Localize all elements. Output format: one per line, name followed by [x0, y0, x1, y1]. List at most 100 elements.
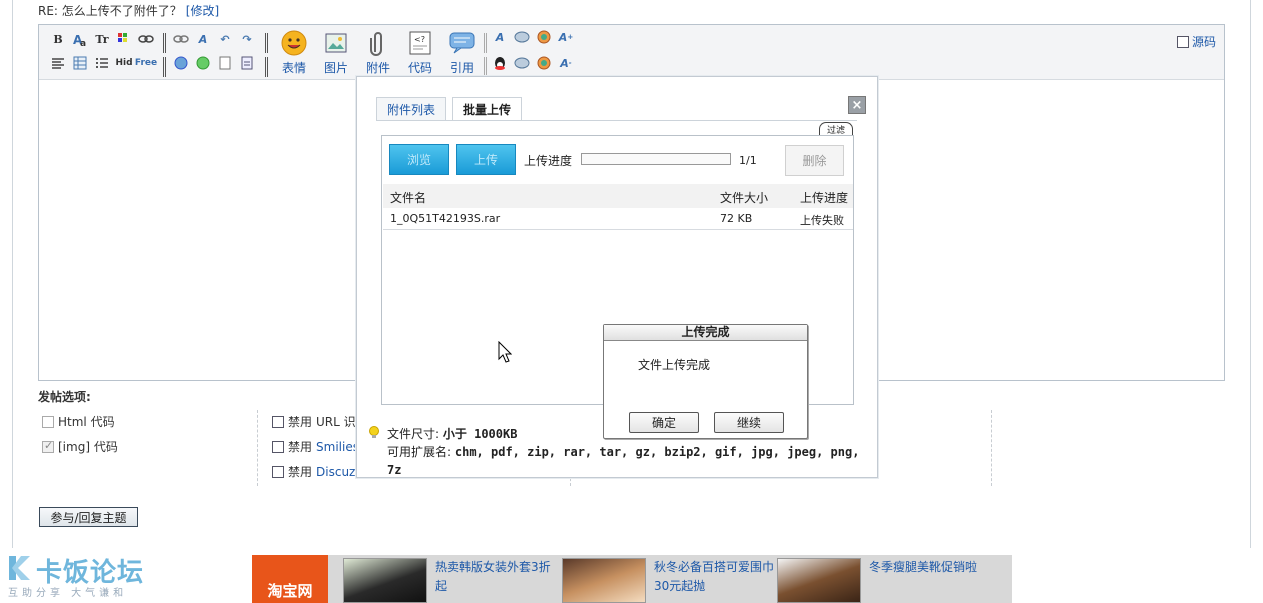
- ad-text[interactable]: 秋冬必备百搭可爱围巾30元起抛: [654, 558, 774, 603]
- qq-icon[interactable]: [491, 54, 509, 72]
- option-disable-discuz[interactable]: 禁用 Discuz: [272, 463, 355, 480]
- disable-url-prefix: 禁用: [288, 415, 313, 429]
- tab-batch-upload[interactable]: 批量上传: [452, 97, 523, 120]
- table-icon[interactable]: [71, 54, 89, 72]
- upload-status: 上传失败: [800, 214, 844, 227]
- smilies-link[interactable]: Smilies: [316, 440, 359, 454]
- progress-label: 上传进度: [524, 154, 573, 168]
- lightbulb-icon: [369, 426, 379, 438]
- options-divider: [257, 410, 258, 486]
- delete-button[interactable]: 删除: [785, 145, 844, 176]
- insert-tools: 表情 图片 附件 <? 代码 引用: [273, 29, 483, 76]
- disable-smilies-checkbox[interactable]: [272, 440, 284, 453]
- taobao-logo[interactable]: 淘宝网: [252, 555, 328, 603]
- disable-discuz-checkbox[interactable]: [272, 465, 284, 478]
- toolbar-separator: [163, 33, 166, 53]
- media-icon[interactable]: [194, 54, 212, 72]
- ad-thumbnail[interactable]: [343, 558, 427, 603]
- options-divider: [991, 410, 992, 486]
- messagebox-title: 上传完成: [604, 325, 807, 341]
- bold-icon[interactable]: B: [49, 30, 67, 48]
- attachment-icon: [364, 29, 392, 57]
- mouse-cursor-icon: [498, 341, 512, 363]
- hint-extensions: 可用扩展名: chm, pdf, zip, rar, tar, gz, bzip…: [387, 443, 877, 479]
- table-row[interactable]: 1_0Q51T42193S.rar 72 KB 上传失败: [383, 208, 853, 230]
- ad-banner[interactable]: 淘宝网 热卖韩版女装外套3折起 秋冬必备百搭可爱围巾30元起抛 冬季瘦腿美靴促销…: [252, 555, 1012, 603]
- forum-logo[interactable]: 卡饭论坛 互助分享 大气谦和: [6, 552, 166, 599]
- image-label: 图片: [323, 61, 348, 75]
- superscript-icon[interactable]: A +: [557, 28, 575, 46]
- discuz-link[interactable]: Discuz: [316, 465, 355, 479]
- align-icon[interactable]: [49, 54, 67, 72]
- progress-bar: [581, 153, 731, 165]
- quote-label: 引用: [449, 61, 474, 75]
- upload-hint: 文件尺寸: 小于 1000KB 可用扩展名: chm, pdf, zip, ra…: [387, 425, 877, 479]
- option-img-code[interactable]: [img] 代码: [42, 438, 118, 455]
- free-icon[interactable]: Free: [135, 54, 157, 72]
- image-button[interactable]: 图片: [315, 29, 357, 76]
- messagebox-text: 文件上传完成: [638, 358, 711, 372]
- submit-reply-button[interactable]: 参与/回复主题: [39, 507, 138, 527]
- hint-size-label: 文件尺寸:: [387, 427, 440, 441]
- browse-button[interactable]: 浏览: [389, 144, 449, 175]
- editor-toolbar: B Aa Tr Hid Free A ↶ ↷ 表情 图片 附件 <? 代码 引用…: [39, 25, 1224, 80]
- ad-item[interactable]: 秋冬必备百搭可爱围巾30元起抛: [562, 558, 774, 603]
- img-code-checkbox[interactable]: [42, 439, 54, 453]
- document-icon[interactable]: [238, 54, 256, 72]
- html-code-checkbox[interactable]: [42, 415, 54, 428]
- color-icon[interactable]: [115, 30, 133, 48]
- close-icon[interactable]: ×: [848, 96, 866, 114]
- column-upload-status: 上传进度: [800, 191, 849, 205]
- column-file-size: 文件大小: [720, 191, 769, 205]
- ad-text[interactable]: 热卖韩版女装外套3折起: [435, 558, 555, 603]
- source-checkbox[interactable]: [1176, 35, 1189, 48]
- quote-icon: [448, 29, 476, 57]
- globe-icon[interactable]: [172, 54, 190, 72]
- filter-tag[interactable]: 过滤: [819, 122, 853, 136]
- file-table-header: 文件名 文件大小 上传进度: [383, 184, 853, 208]
- upload-button[interactable]: 上传: [456, 144, 516, 175]
- video-icon[interactable]: [535, 54, 553, 72]
- code-button[interactable]: <? 代码: [399, 29, 441, 76]
- audio-icon[interactable]: [513, 54, 531, 72]
- disable-url-checkbox[interactable]: [272, 415, 284, 428]
- list-icon[interactable]: [93, 54, 111, 72]
- font-style-icon[interactable]: A: [491, 28, 509, 46]
- emoticon-button[interactable]: 表情: [273, 29, 315, 76]
- ad-text[interactable]: 冬季瘦腿美靴促销啦: [869, 558, 989, 603]
- ad-item[interactable]: 热卖韩版女装外套3折起: [343, 558, 555, 603]
- attachment-button[interactable]: 附件: [357, 29, 399, 76]
- edit-tools: A ↶ ↷: [172, 30, 260, 78]
- svg-text:a: a: [80, 39, 86, 47]
- link-icon[interactable]: [137, 30, 155, 48]
- html-code-label: Html 代码: [58, 415, 115, 429]
- page-icon[interactable]: [216, 54, 234, 72]
- undo-icon[interactable]: ↶: [216, 30, 234, 48]
- clear-format-icon[interactable]: A: [194, 30, 212, 48]
- flash-icon[interactable]: [535, 28, 553, 46]
- ad-item[interactable]: 冬季瘦腿美靴促销啦: [777, 558, 989, 603]
- font-size-icon[interactable]: Tr: [93, 30, 111, 48]
- option-html-code[interactable]: Html 代码: [42, 413, 115, 430]
- tab-divider: [376, 120, 857, 121]
- option-disable-smilies[interactable]: 禁用 Smilies: [272, 438, 359, 455]
- ad-thumbnail[interactable]: [777, 558, 861, 603]
- font-icon[interactable]: Aa: [71, 30, 89, 48]
- hide-icon[interactable]: Hid: [115, 54, 133, 72]
- ad-thumbnail[interactable]: [562, 558, 646, 603]
- code-label: 代码: [407, 61, 432, 75]
- redo-icon[interactable]: ↷: [238, 30, 256, 48]
- img-code-label: [img] 代码: [58, 440, 118, 454]
- unlink-icon[interactable]: [172, 30, 190, 48]
- post-options-heading: 发帖选项:: [38, 390, 91, 404]
- toolbar-separator: [484, 33, 487, 53]
- smiley-icon: [280, 29, 308, 57]
- edit-link[interactable]: [修改]: [186, 4, 219, 18]
- quote-button[interactable]: 引用: [441, 29, 483, 76]
- subscript-icon[interactable]: A-: [557, 54, 575, 72]
- marquee-icon[interactable]: [513, 28, 531, 46]
- tab-attachment-list[interactable]: 附件列表: [376, 97, 447, 120]
- option-disable-url[interactable]: 禁用 URL 识: [272, 413, 356, 430]
- attachment-dialog: 附件列表 批量上传 × 过滤 浏览 上传 上传进度 1/1 删除 文件名 文件大…: [356, 76, 878, 478]
- source-toggle[interactable]: 源码: [1176, 33, 1216, 50]
